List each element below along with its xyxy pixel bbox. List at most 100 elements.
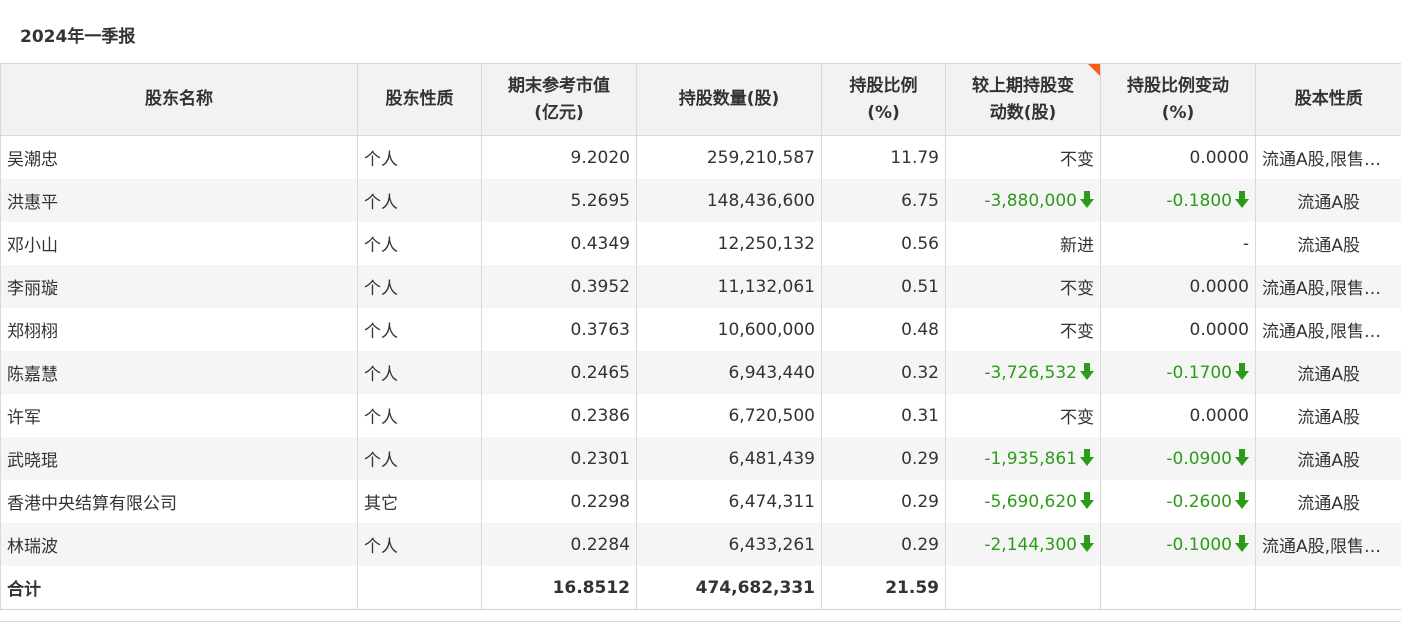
holder-name-cell[interactable]: 吴潮忠 [0, 135, 358, 179]
share-nature-cell-text: 流通A股 [1297, 408, 1361, 428]
market-value-cell: 0.3952 [481, 265, 637, 308]
col-header-ratio-change[interactable]: 持股比例变动 (%) [1100, 63, 1256, 136]
holder-name-cell-text: 陈嘉慧 [7, 365, 58, 385]
share-change-cell: 新进 [945, 222, 1101, 265]
market-value-cell-text: 0.3952 [570, 276, 630, 297]
ratio-change-cell-text: 0.0000 [1189, 319, 1249, 340]
holder-type-cell: 个人 [357, 437, 482, 480]
holder-name-cell[interactable]: 林瑞波 [0, 523, 358, 566]
col-header-shares[interactable]: 持股数量(股) [636, 63, 822, 136]
holder-name-cell[interactable]: 郑栩栩 [0, 308, 358, 351]
table-row[interactable]: 郑栩栩 个人 0.3763 10,600,000 0.48 不变 0.0000 流通A股,限售… [0, 308, 1401, 351]
ratio-change-cell-text: - [1242, 233, 1249, 254]
holder-type-cell: 个人 [357, 135, 482, 179]
holder-type-cell-text: 其它 [364, 494, 398, 514]
col-header-share-nature[interactable]: 股本性质 [1255, 63, 1401, 136]
share-change-cell-text: 不变 [1060, 279, 1094, 299]
col-header-share-change[interactable]: 较上期持股变 动数(股) [945, 63, 1101, 136]
ratio-change-cell-text: -0.1000 [1166, 534, 1232, 555]
shares-cell-text: 148,436,600 [706, 190, 815, 211]
arrow-down-icon [1235, 190, 1249, 208]
ratio-cell-text: 0.48 [901, 319, 939, 340]
share-nature-cell: 流通A股 [1255, 437, 1401, 480]
share-change-cell: -3,726,532 [945, 351, 1101, 394]
ratio-cell: 11.79 [821, 135, 946, 179]
arrow-down-icon [1235, 362, 1249, 380]
shares-cell-text: 6,474,311 [728, 491, 815, 512]
holder-name-cell[interactable]: 李丽璇 [0, 265, 358, 308]
share-change-cell-text: -5,690,620 [984, 491, 1077, 512]
market-value-cell: 0.2386 [481, 394, 637, 437]
share-change-cell: 不变 [945, 265, 1101, 308]
arrow-down-icon [1235, 491, 1249, 509]
holder-name-cell[interactable]: 武晓琨 [0, 437, 358, 480]
share-nature-cell-text: 流通A股 [1297, 494, 1361, 514]
shares-cell-text: 6,481,439 [728, 448, 815, 469]
col-header-ratio[interactable]: 持股比例 (%) [821, 63, 946, 136]
share-change-cell: 不变 [945, 394, 1101, 437]
total-empty-cell [1100, 566, 1256, 610]
share-nature-cell-text: 流通A股 [1297, 236, 1361, 256]
ratio-cell: 0.48 [821, 308, 946, 351]
table-row[interactable]: 陈嘉慧 个人 0.2465 6,943,440 0.32 -3,726,532 -0.170… [0, 351, 1401, 394]
table-row[interactable]: 许军 个人 0.2386 6,720,500 0.31 不变 0.0000 流通A股 [0, 394, 1401, 437]
holder-name-cell-text: 许军 [7, 408, 41, 428]
holder-name-cell[interactable]: 香港中央结算有限公司 [0, 480, 358, 523]
table-row[interactable]: 武晓琨 个人 0.2301 6,481,439 0.29 -1,935,861 -0.090… [0, 437, 1401, 480]
holder-type-cell: 个人 [357, 179, 482, 222]
holder-name-cell[interactable]: 许军 [0, 394, 358, 437]
ratio-change-cell-text: -0.0900 [1166, 448, 1232, 469]
shares-cell: 11,132,061 [636, 265, 822, 308]
table-row[interactable]: 林瑞波 个人 0.2284 6,433,261 0.29 -2,144,300 -0.100… [0, 523, 1401, 566]
share-nature-cell: 流通A股 [1255, 179, 1401, 222]
ratio-cell: 0.31 [821, 394, 946, 437]
ratio-change-cell: -0.2600 [1100, 480, 1256, 523]
table-row[interactable]: 邓小山 个人 0.4349 12,250,132 0.56 新进 - 流通A股 [0, 222, 1401, 265]
holder-type-cell-text: 个人 [364, 537, 398, 557]
share-change-cell: -1,935,861 [945, 437, 1101, 480]
arrow-down-icon [1080, 448, 1094, 466]
ratio-cell-text: 6.75 [901, 190, 939, 211]
ratio-change-cell: 0.0000 [1100, 394, 1256, 437]
total-empty-cell [1255, 566, 1401, 610]
holder-type-cell: 个人 [357, 308, 482, 351]
share-nature-cell-text: 流通A股,限售流通A股 [1262, 322, 1401, 342]
col-header-holder-type[interactable]: 股东性质 [357, 63, 482, 136]
holder-name-cell[interactable]: 陈嘉慧 [0, 351, 358, 394]
table-row[interactable]: 吴潮忠 个人 9.2020 259,210,587 11.79 不变 0.0000 流通A股,… [0, 135, 1401, 179]
table-row[interactable]: 香港中央结算有限公司 其它 0.2298 6,474,311 0.29 -5,690,62… [0, 480, 1401, 523]
col-header-holder-name[interactable]: 股东名称 [0, 63, 358, 136]
market-value-cell: 9.2020 [481, 135, 637, 179]
table-row[interactable]: 洪惠平 个人 5.2695 148,436,600 6.75 -3,880,000 -0.1… [0, 179, 1401, 222]
total-label-cell: 合计 [0, 566, 358, 610]
ratio-change-cell-text: 0.0000 [1189, 405, 1249, 426]
table-row[interactable]: 李丽璇 个人 0.3952 11,132,061 0.51 不变 0.0000 流通A股,限售… [0, 265, 1401, 308]
ratio-change-cell-text: -0.1700 [1166, 362, 1232, 383]
holder-type-cell-text: 个人 [364, 236, 398, 256]
market-value-cell: 0.2301 [481, 437, 637, 480]
bottom-divider [0, 621, 1401, 622]
market-value-cell: 5.2695 [481, 179, 637, 222]
holder-name-cell[interactable]: 邓小山 [0, 222, 358, 265]
ratio-change-cell: 0.0000 [1100, 265, 1256, 308]
share-change-cell-text: -1,935,861 [984, 448, 1077, 469]
holder-name-cell[interactable]: 洪惠平 [0, 179, 358, 222]
share-nature-cell-text: 流通A股 [1297, 365, 1361, 385]
holder-name-cell-text: 武晓琨 [7, 451, 58, 471]
ratio-cell: 6.75 [821, 179, 946, 222]
col-header-market-value[interactable]: 期末参考市值 (亿元) [481, 63, 637, 136]
shares-cell: 6,943,440 [636, 351, 822, 394]
total-value-cell-text: 16.8512 [552, 577, 630, 598]
ratio-change-cell-text: -0.1800 [1166, 190, 1232, 211]
shares-cell-text: 259,210,587 [706, 147, 815, 168]
arrow-down-icon [1080, 362, 1094, 380]
share-change-cell-text: 不变 [1060, 150, 1094, 170]
holder-type-cell-text: 个人 [364, 408, 398, 428]
share-change-cell-text: -3,726,532 [984, 362, 1077, 383]
share-nature-cell: 流通A股 [1255, 351, 1401, 394]
share-nature-cell: 流通A股,限售流通A股 [1255, 265, 1401, 308]
market-value-cell-text: 0.4349 [570, 233, 630, 254]
ratio-change-cell: 0.0000 [1100, 308, 1256, 351]
ratio-cell-text: 0.32 [901, 362, 939, 383]
ratio-cell: 0.29 [821, 480, 946, 523]
